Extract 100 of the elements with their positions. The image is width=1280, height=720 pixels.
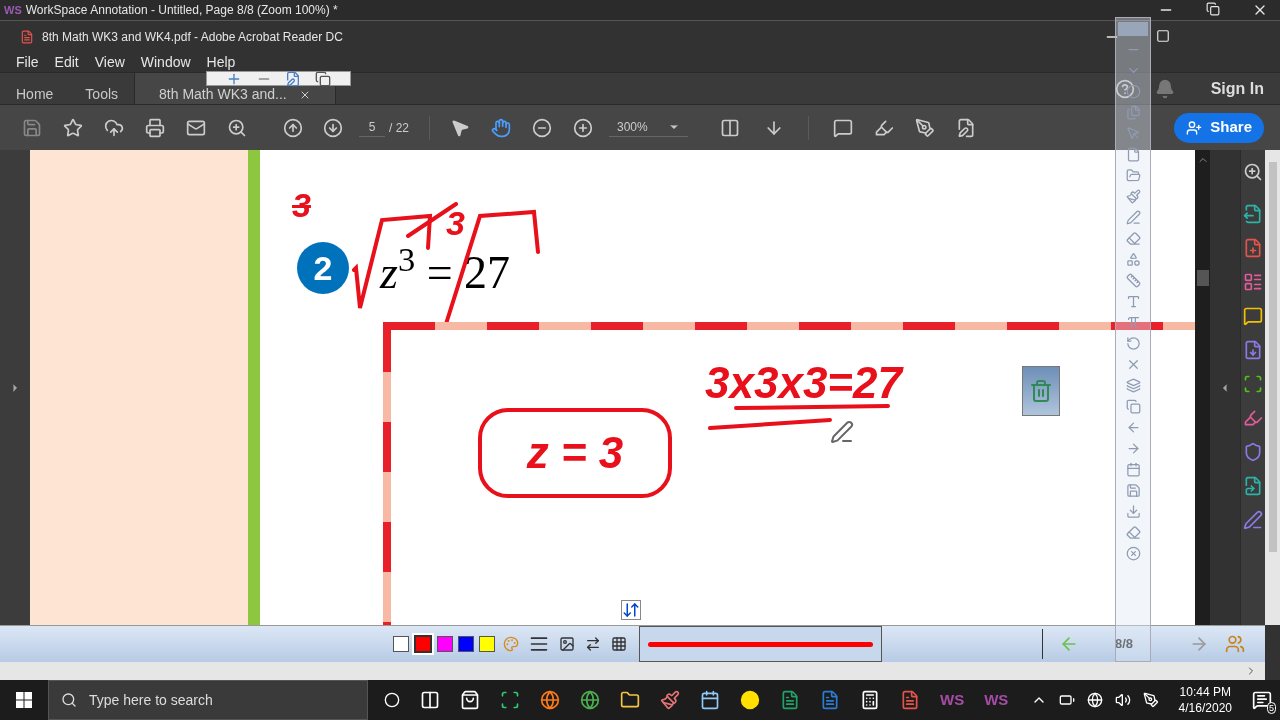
task-view-icon[interactable]	[420, 690, 440, 710]
browser-icon[interactable]	[580, 690, 600, 710]
scrollbar-thumb[interactable]	[1196, 270, 1209, 286]
help-icon[interactable]	[1114, 78, 1135, 99]
product-ink: 3x3x3=27	[705, 357, 902, 409]
highlighter-icon[interactable]	[873, 117, 894, 138]
tab[interactable]: Tools	[69, 73, 135, 104]
brush-icon[interactable]	[1125, 189, 1141, 204]
notifications-icon[interactable]	[1252, 690, 1272, 710]
bell-icon[interactable]	[1154, 78, 1175, 99]
page-total: / 22	[389, 119, 409, 137]
highlighter-icon[interactable]	[1243, 408, 1263, 428]
calculator-icon[interactable]	[860, 690, 880, 710]
zoom-dropdown[interactable]: 300%	[609, 118, 688, 137]
color-swatch[interactable]	[458, 636, 474, 652]
comment-icon[interactable]	[832, 117, 853, 138]
struck-index-ink: 3	[292, 185, 311, 226]
paint-icon[interactable]	[660, 690, 680, 710]
layout-icon[interactable]	[1243, 272, 1263, 292]
share-button[interactable]: Share	[1174, 112, 1264, 143]
sign-icon[interactable]	[1243, 510, 1263, 530]
color-swatch[interactable]	[479, 636, 495, 652]
maximize-icon[interactable]	[1156, 28, 1170, 43]
pen-icon[interactable]	[914, 117, 935, 138]
arrow-right-icon[interactable]	[1125, 441, 1141, 456]
menu-item[interactable]: Window	[140, 51, 191, 73]
notification-count: 5	[1267, 702, 1276, 714]
search-icon	[61, 692, 77, 708]
image-icon[interactable]	[559, 636, 575, 652]
pdf-icon	[20, 29, 34, 44]
page-field[interactable]: 5	[359, 118, 385, 137]
app-icon[interactable]	[500, 690, 520, 710]
layers-icon[interactable]	[1125, 378, 1141, 393]
search-icon[interactable]	[1243, 162, 1263, 182]
store-icon[interactable]	[460, 690, 480, 710]
menu-item[interactable]: File	[16, 51, 39, 73]
cortana-icon[interactable]	[384, 692, 400, 708]
sign-in-link[interactable]: Sign In	[1210, 76, 1264, 101]
eraser-icon[interactable]	[1125, 231, 1141, 246]
user-plus-icon	[1186, 119, 1203, 136]
windows-icon[interactable]	[16, 692, 32, 708]
spreadsheet-icon[interactable]	[780, 690, 800, 710]
menu-item[interactable]: View	[94, 51, 125, 73]
hand-icon[interactable]	[491, 117, 511, 138]
down-arrows-icon[interactable]	[621, 600, 641, 620]
folder-icon[interactable]	[620, 690, 640, 710]
trash-icon	[1029, 379, 1053, 403]
battery-icon[interactable]	[1058, 692, 1075, 708]
edit-icon[interactable]	[285, 70, 302, 87]
save-icon[interactable]	[22, 117, 42, 138]
browser-icon[interactable]	[540, 690, 560, 710]
text-icon[interactable]	[1125, 294, 1141, 309]
eraser-icon[interactable]	[1125, 525, 1141, 540]
menu-item[interactable]: Help	[206, 51, 236, 73]
previous-page-icon[interactable]	[283, 117, 303, 138]
app-icon[interactable]	[740, 690, 760, 710]
scan-icon[interactable]	[1243, 374, 1263, 394]
next-page-icon[interactable]	[323, 117, 343, 138]
pen-preview[interactable]	[639, 626, 882, 662]
network-icon[interactable]	[1086, 692, 1103, 708]
pdf-icon[interactable]	[900, 690, 920, 710]
color-swatch[interactable]	[414, 635, 432, 653]
star-icon[interactable]	[63, 117, 83, 138]
window-title: 8th Math WK3 and WK4.pdf - Adobe Acrobat Reader DC	[42, 28, 343, 46]
page-fit-icon[interactable]	[719, 117, 740, 138]
swap-icon[interactable]	[585, 636, 601, 652]
app-logo: WS	[4, 2, 22, 18]
menu-item[interactable]: Edit	[54, 51, 79, 73]
pen-icon[interactable]	[1142, 692, 1159, 708]
zoom-out-icon[interactable]	[532, 117, 552, 138]
zoom-in-icon[interactable]	[573, 117, 593, 138]
tab[interactable]: Home	[0, 73, 70, 104]
comment-icon[interactable]	[1243, 306, 1263, 326]
shield-icon[interactable]	[1243, 442, 1263, 462]
copy-icon[interactable]	[315, 70, 332, 87]
upload-icon[interactable]	[104, 117, 124, 138]
page-icon[interactable]	[1125, 147, 1141, 162]
toolbar-header	[1118, 22, 1148, 36]
print-icon[interactable]	[145, 117, 165, 138]
ruler-icon[interactable]	[1125, 273, 1141, 288]
pen-cursor-icon	[830, 420, 854, 444]
pi-icon[interactable]	[1125, 315, 1141, 330]
volume-icon[interactable]	[1114, 692, 1131, 708]
app-icon[interactable]	[700, 690, 720, 710]
window-title: WorkSpace Annotation - Untitled, Page 8/8 (Zoom 100%) *	[25, 2, 338, 19]
color-swatch[interactable]	[437, 636, 453, 652]
document-icon[interactable]	[820, 690, 840, 710]
file-arrow-icon[interactable]	[1243, 204, 1263, 224]
line-width-icon[interactable]	[529, 634, 549, 654]
restore-icon[interactable]	[1206, 2, 1220, 16]
file-plus-icon[interactable]	[1243, 238, 1263, 258]
file-link-icon[interactable]	[1243, 476, 1263, 496]
scrollbar-thumb[interactable]	[1268, 162, 1277, 552]
search-field[interactable]: Type here to search	[48, 680, 368, 720]
color-swatch[interactable]	[393, 636, 409, 652]
search-icon[interactable]	[227, 117, 247, 138]
undo-icon[interactable]	[1125, 336, 1141, 351]
download-icon[interactable]	[1125, 504, 1141, 519]
save-icon[interactable]	[1125, 483, 1141, 498]
file-down-icon[interactable]	[1243, 340, 1263, 360]
